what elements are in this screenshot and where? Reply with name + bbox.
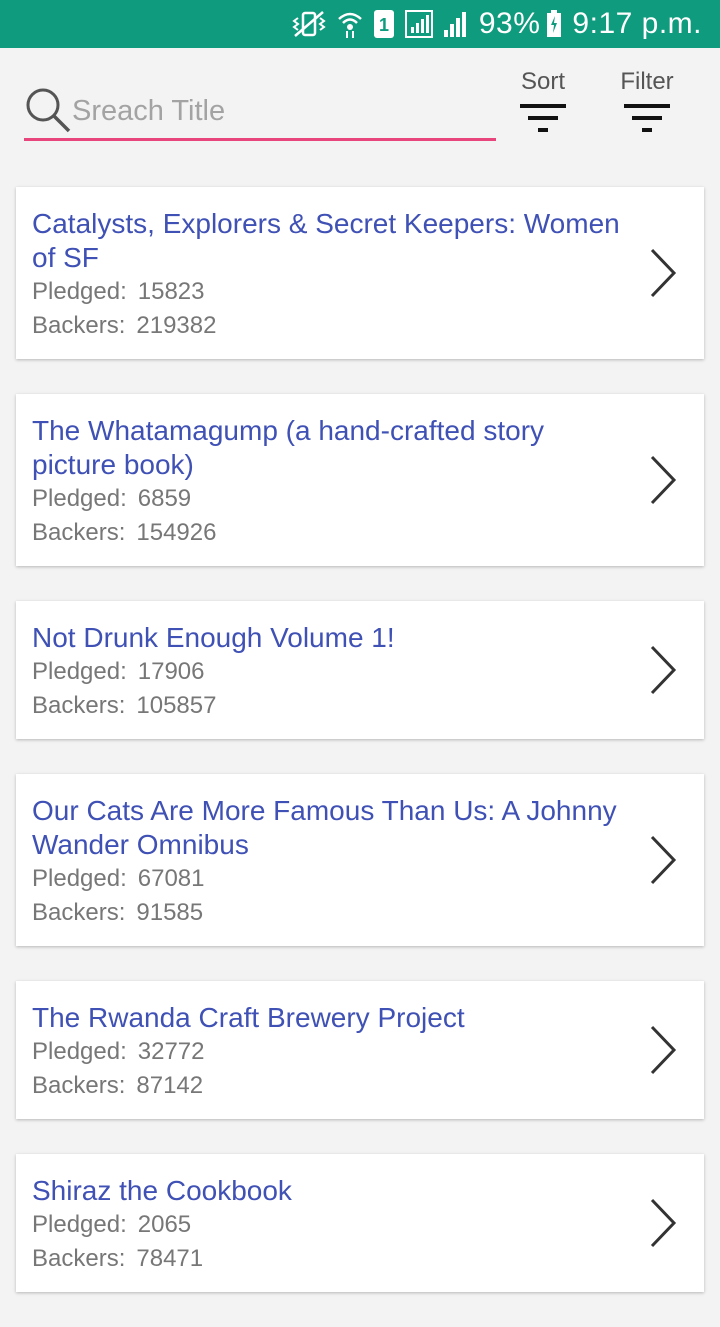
battery-icon [546,10,562,38]
project-title: Catalysts, Explorers & Secret Keepers: W… [32,208,620,273]
project-card[interactable]: Shiraz the Cookbook Pledged: 2065 Backers… [16,1154,704,1292]
wifi-icon [337,9,363,39]
backers-value: 154926 [136,519,217,546]
pledged-value: 2065 [137,1211,192,1238]
sim-badge: 1 [379,15,389,35]
backers-row: Backers: 78471 [32,1242,624,1276]
search-icon [24,86,72,139]
pledged-value: 17906 [137,658,205,685]
signal-icon [443,10,469,38]
backers-label: Backers: [32,1072,126,1099]
project-card[interactable]: The Rwanda Craft Brewery Project Pledged… [16,981,704,1119]
pledged-row: Pledged: 17906 [32,655,624,689]
sort-button[interactable]: Sort [500,68,586,148]
backers-value: 91585 [136,899,204,926]
backers-row: Backers: 87142 [32,1069,624,1103]
chevron-right-icon [650,1198,677,1248]
backers-row: Backers: 154926 [32,516,624,550]
project-card[interactable]: The Whatamagump (a hand-crafted story pi… [16,394,704,566]
vibrate-icon [291,10,327,38]
project-card[interactable]: Catalysts, Explorers & Secret Keepers: W… [16,187,704,359]
backers-value: 219382 [136,312,217,339]
backers-row: Backers: 105857 [32,689,624,723]
project-title: Shiraz the Cookbook [32,1175,292,1206]
pledged-value: 15823 [137,278,205,305]
backers-label: Backers: [32,519,126,546]
pledged-row: Pledged: 15823 [32,275,624,309]
battery-percent: 93% [478,7,541,40]
pledged-row: Pledged: 67081 [32,862,624,896]
pledged-label: Pledged: [32,658,127,685]
status-bar: 1 93% 9:17 p.m. [0,0,720,48]
toolbar: Sort Filter [0,48,720,168]
chevron-right-icon [650,455,677,505]
backers-value: 87142 [136,1072,204,1099]
backers-row: Backers: 219382 [32,309,624,343]
pledged-label: Pledged: [32,865,127,892]
chevron-right-icon [650,835,677,885]
pledged-label: Pledged: [32,485,127,512]
project-title: The Whatamagump (a hand-crafted story pi… [32,415,545,480]
status-time: 9:17 p.m. [572,7,702,40]
project-title: Not Drunk Enough Volume 1! [32,622,395,653]
project-list: Catalysts, Explorers & Secret Keepers: W… [16,187,704,1327]
backers-row: Backers: 91585 [32,896,624,930]
project-card[interactable]: Not Drunk Enough Volume 1! Pledged: 17906… [16,601,704,739]
search-input[interactable] [70,88,494,134]
project-title: Our Cats Are More Famous Than Us: A John… [32,795,617,860]
project-title: The Rwanda Craft Brewery Project [32,1002,465,1033]
chevron-right-icon [650,248,677,298]
chevron-right-icon [650,645,677,695]
backers-label: Backers: [32,1245,126,1272]
backers-label: Backers: [32,692,126,719]
signal-box-icon [404,10,433,38]
chevron-right-icon [650,1025,677,1075]
project-card[interactable]: Our Cats Are More Famous Than Us: A John… [16,774,704,946]
filter-label: Filter [620,68,674,95]
pledged-label: Pledged: [32,278,127,305]
pledged-row: Pledged: 2065 [32,1208,624,1242]
backers-value: 105857 [136,692,217,719]
backers-label: Backers: [32,312,126,339]
pledged-value: 32772 [137,1038,205,1065]
search-bar[interactable] [24,84,496,141]
pledged-value: 67081 [137,865,205,892]
backers-value: 78471 [136,1245,204,1272]
pledged-row: Pledged: 6859 [32,482,624,516]
pledged-row: Pledged: 32772 [32,1035,624,1069]
pledged-label: Pledged: [32,1038,127,1065]
backers-label: Backers: [32,899,126,926]
filter-button[interactable]: Filter [604,68,690,148]
filter-icon [624,104,670,132]
sort-label: Sort [520,68,565,95]
pledged-label: Pledged: [32,1211,127,1238]
sort-icon [520,104,566,132]
sim-icon: 1 [373,9,395,39]
pledged-value: 6859 [137,485,192,512]
